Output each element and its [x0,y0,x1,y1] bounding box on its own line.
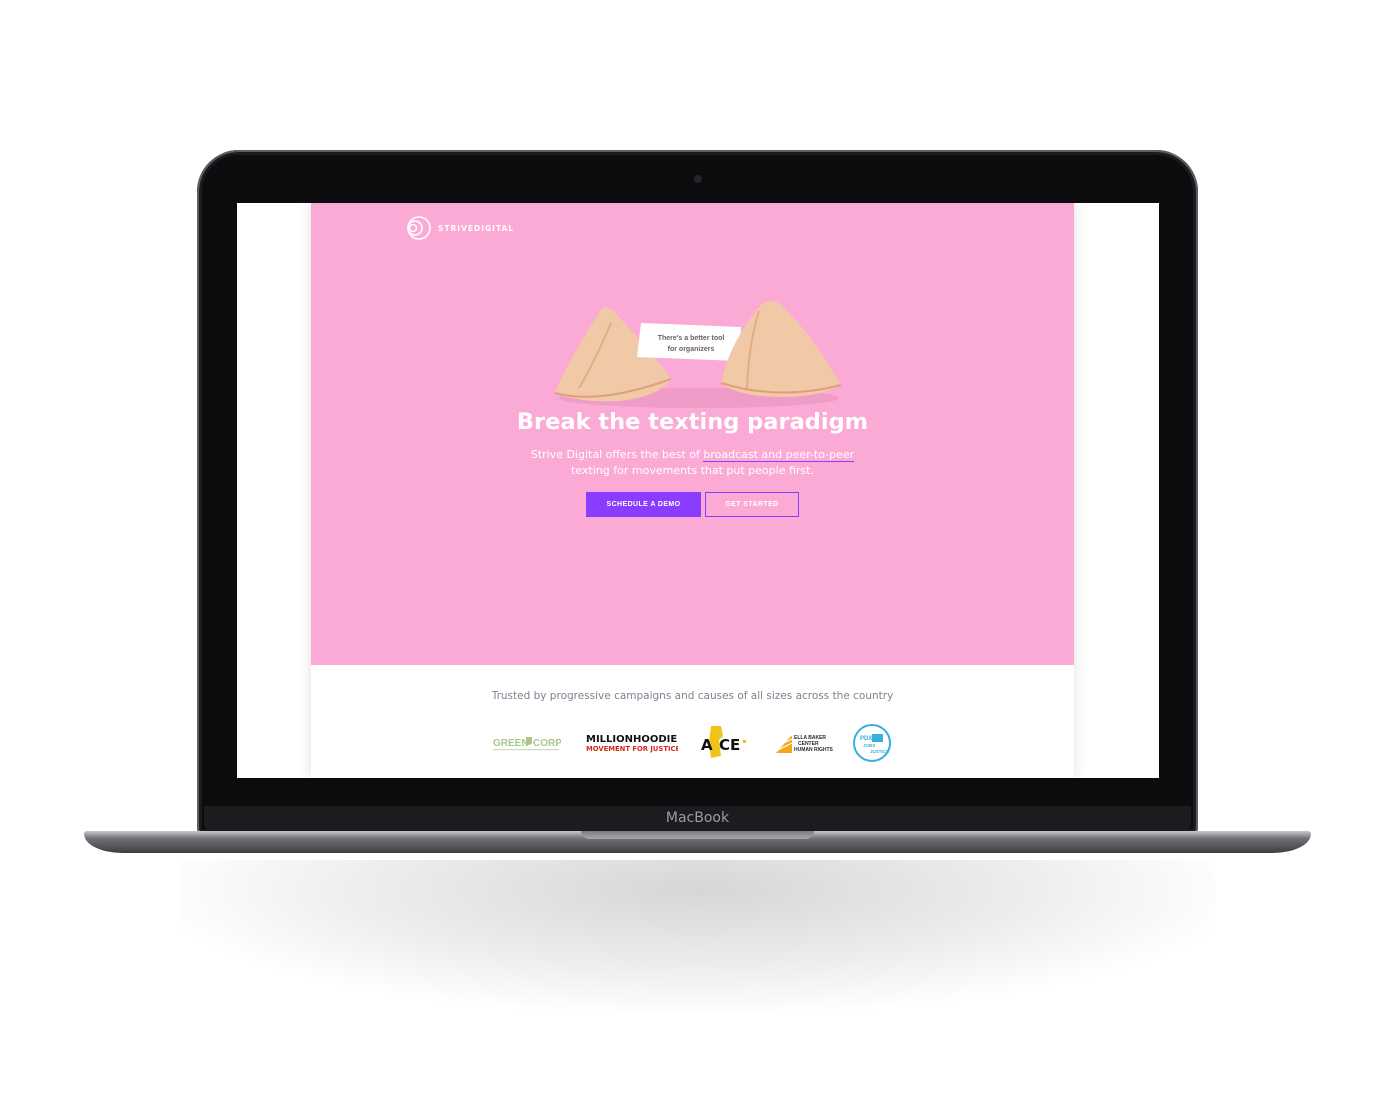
green-corps-logo-icon: GREEN CORPS [493,737,561,751]
millionhoodies-text: MILLIONHOODIES [586,734,678,745]
schedule-demo-button[interactable]: SCHEDULE A DEMO [586,492,701,517]
fortune-text-line2: for organizers [668,346,715,353]
ace-logo-icon: A CE [701,726,746,758]
millionhoodies-logo: MILLIONHOODIES MOVEMENT FOR JUSTICE [586,731,678,755]
laptop-screen: STRIVEDIGITAL There's a better tool for … [237,203,1159,778]
laptop-floor-shadow [180,860,1215,1010]
pdx-jobs-justice-logo: PDX JOBS JUSTICE [852,723,892,763]
webcam [694,175,702,183]
ace-text-ce: CE [719,736,740,754]
strive-digital-logo-icon [407,216,431,240]
pdx-text: PDX [860,736,872,742]
justice-text: JUSTICE [870,749,889,754]
green-corps-text-2: CORPS [533,738,561,749]
jobs-text: JOBS [863,743,875,748]
green-corps-logo: GREEN CORPS [493,734,561,754]
laptop-hinge-notch [581,831,814,839]
ella-baker-center-logo: ELLA BAKER CENTER HUMAN RIGHTS [774,731,834,755]
hero-subtext: Strive Digital offers the best of broadc… [511,447,874,479]
millionhoodies-logo-icon: MILLIONHOODIES MOVEMENT FOR JUSTICE [586,734,678,753]
pdx-jobs-justice-logo-icon: PDX JOBS JUSTICE [853,724,891,762]
hero-headline: Break the texting paradigm [516,409,869,435]
site-logo[interactable]: STRIVEDIGITAL [406,215,514,241]
movement-for-justice-text: MOVEMENT FOR JUSTICE [586,745,678,753]
fortune-text-line1: There's a better tool [658,335,725,342]
human-rights-text: HUMAN RIGHTS [794,747,834,753]
laptop-brand-label: MacBook [665,810,730,826]
get-started-button[interactable]: GET STARTED [705,492,799,517]
green-corps-text-1: GREEN [493,738,529,749]
ace-logo: A CE [699,724,751,760]
hero-subtext-lead: Strive Digital offers the best of [530,448,704,461]
ace-text-a: A [701,736,713,754]
hero-subtext-tail: texting for movements that put people fi… [571,464,814,477]
fortune-cookie-image: There's a better tool for organizers [554,301,842,408]
clients-heading: Trusted by progressive campaigns and cau… [491,690,894,702]
ella-baker-center-logo-icon: ELLA BAKER CENTER HUMAN RIGHTS [775,734,834,753]
hero-section: STRIVEDIGITAL There's a better tool for … [311,203,1074,665]
website-page: STRIVEDIGITAL There's a better tool for … [311,203,1074,778]
broadcast-p2p-link[interactable]: broadcast and peer-to-peer [703,448,855,462]
logo-wordmark: STRIVEDIGITAL [438,223,515,233]
